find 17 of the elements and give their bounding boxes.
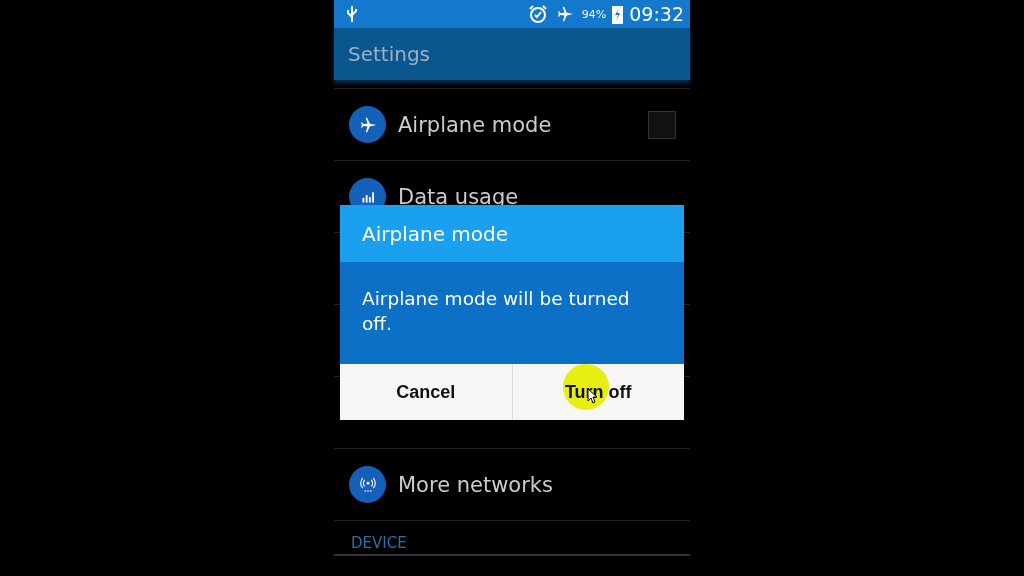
alarm-icon <box>527 4 548 24</box>
screen-title: Settings <box>348 42 431 66</box>
section-header: DEVICE <box>351 534 407 552</box>
airplane-icon[interactable] <box>349 106 386 143</box>
usb-icon <box>346 5 358 23</box>
battery-percent: 94% <box>581 7 607 21</box>
setting-label[interactable]: More networks <box>398 472 676 497</box>
networks-icon[interactable] <box>349 466 386 503</box>
setting-label[interactable]: Data usage <box>398 184 676 209</box>
dialog-message: Airplane mode will be turned off. <box>340 262 684 364</box>
battery-charging-icon <box>612 4 624 24</box>
clock-time: 09:32 <box>629 3 684 25</box>
dialog-title: Airplane mode <box>362 221 509 246</box>
checkbox[interactable] <box>648 110 676 139</box>
touch-highlight <box>562 364 609 410</box>
setting-label[interactable]: Airplane mode <box>398 112 636 137</box>
dialog-button[interactable]: Cancel <box>340 364 512 420</box>
